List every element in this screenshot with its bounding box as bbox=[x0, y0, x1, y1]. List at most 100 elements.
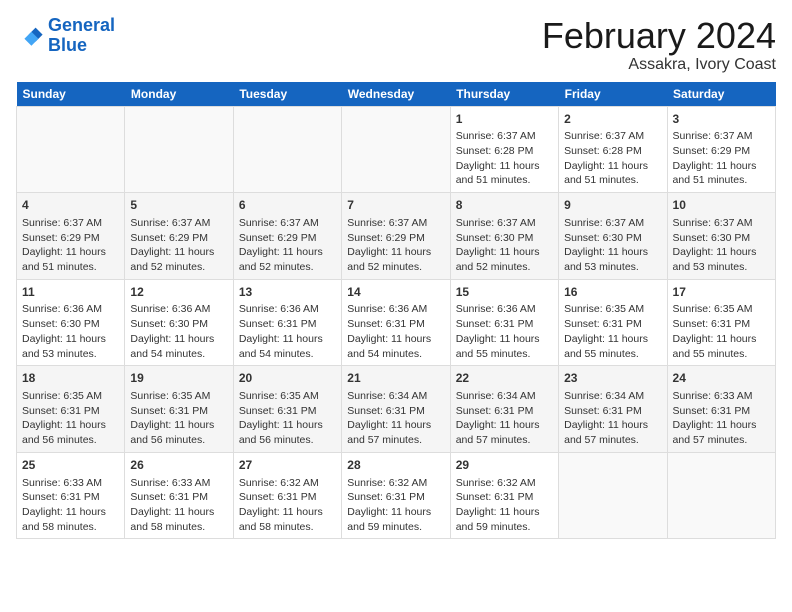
day-number: 2 bbox=[564, 111, 661, 128]
calendar-cell: 8 Sunrise: 6:37 AM Sunset: 6:30 PM Daylig… bbox=[450, 193, 558, 280]
calendar-cell bbox=[559, 452, 667, 539]
weekday-header: Saturday bbox=[667, 82, 775, 107]
day-number: 22 bbox=[456, 370, 553, 387]
day-info: Sunrise: 6:36 AM Sunset: 6:31 PM Dayligh… bbox=[239, 302, 336, 361]
calendar-cell: 5 Sunrise: 6:37 AM Sunset: 6:29 PM Daylig… bbox=[125, 193, 233, 280]
week-row: 18 Sunrise: 6:35 AM Sunset: 6:31 PM Dayli… bbox=[17, 366, 776, 453]
day-number: 13 bbox=[239, 284, 336, 301]
day-info: Sunrise: 6:37 AM Sunset: 6:30 PM Dayligh… bbox=[456, 216, 553, 275]
day-number: 25 bbox=[22, 457, 119, 474]
day-info: Sunrise: 6:37 AM Sunset: 6:28 PM Dayligh… bbox=[564, 129, 661, 188]
calendar-cell: 2Sunrise: 6:37 AM Sunset: 6:28 PM Daylig… bbox=[559, 106, 667, 193]
page-header: General Blue February 2024 Assakra, Ivor… bbox=[16, 16, 776, 74]
day-info: Sunrise: 6:36 AM Sunset: 6:31 PM Dayligh… bbox=[347, 302, 444, 361]
calendar-cell: 10 Sunrise: 6:37 AM Sunset: 6:30 PM Dayli… bbox=[667, 193, 775, 280]
day-info: Sunrise: 6:37 AM Sunset: 6:28 PM Dayligh… bbox=[456, 129, 553, 188]
day-number: 18 bbox=[22, 370, 119, 387]
header-row: SundayMondayTuesdayWednesdayThursdayFrid… bbox=[17, 82, 776, 107]
day-info: Sunrise: 6:33 AM Sunset: 6:31 PM Dayligh… bbox=[673, 389, 770, 448]
week-row: 1Sunrise: 6:37 AM Sunset: 6:28 PM Daylig… bbox=[17, 106, 776, 193]
day-info: Sunrise: 6:35 AM Sunset: 6:31 PM Dayligh… bbox=[239, 389, 336, 448]
calendar-cell: 26Sunrise: 6:33 AM Sunset: 6:31 PM Dayli… bbox=[125, 452, 233, 539]
calendar-cell: 19 Sunrise: 6:35 AM Sunset: 6:31 PM Dayli… bbox=[125, 366, 233, 453]
day-number: 29 bbox=[456, 457, 553, 474]
day-info: Sunrise: 6:35 AM Sunset: 6:31 PM Dayligh… bbox=[22, 389, 119, 448]
calendar-cell bbox=[233, 106, 341, 193]
day-info: Sunrise: 6:37 AM Sunset: 6:29 PM Dayligh… bbox=[673, 129, 770, 188]
week-row: 4Sunrise: 6:37 AM Sunset: 6:29 PM Daylig… bbox=[17, 193, 776, 280]
day-info: Sunrise: 6:36 AM Sunset: 6:31 PM Dayligh… bbox=[456, 302, 553, 361]
day-info: Sunrise: 6:35 AM Sunset: 6:31 PM Dayligh… bbox=[130, 389, 227, 448]
day-info: Sunrise: 6:34 AM Sunset: 6:31 PM Dayligh… bbox=[347, 389, 444, 448]
day-info: Sunrise: 6:37 AM Sunset: 6:29 PM Dayligh… bbox=[347, 216, 444, 275]
logo-text: General Blue bbox=[48, 16, 115, 56]
calendar-cell: 3Sunrise: 6:37 AM Sunset: 6:29 PM Daylig… bbox=[667, 106, 775, 193]
calendar-cell bbox=[125, 106, 233, 193]
day-info: Sunrise: 6:37 AM Sunset: 6:29 PM Dayligh… bbox=[130, 216, 227, 275]
calendar-cell: 9 Sunrise: 6:37 AM Sunset: 6:30 PM Daylig… bbox=[559, 193, 667, 280]
day-info: Sunrise: 6:37 AM Sunset: 6:30 PM Dayligh… bbox=[564, 216, 661, 275]
day-number: 14 bbox=[347, 284, 444, 301]
calendar-cell: 17Sunrise: 6:35 AM Sunset: 6:31 PM Dayli… bbox=[667, 279, 775, 366]
calendar-cell: 27Sunrise: 6:32 AM Sunset: 6:31 PM Dayli… bbox=[233, 452, 341, 539]
calendar-cell: 21 Sunrise: 6:34 AM Sunset: 6:31 PM Dayli… bbox=[342, 366, 450, 453]
day-number: 21 bbox=[347, 370, 444, 387]
calendar-cell bbox=[342, 106, 450, 193]
day-info: Sunrise: 6:35 AM Sunset: 6:31 PM Dayligh… bbox=[564, 302, 661, 361]
day-number: 6 bbox=[239, 197, 336, 214]
calendar-cell: 11Sunrise: 6:36 AM Sunset: 6:30 PM Dayli… bbox=[17, 279, 125, 366]
calendar-cell: 24Sunrise: 6:33 AM Sunset: 6:31 PM Dayli… bbox=[667, 366, 775, 453]
day-number: 8 bbox=[456, 197, 553, 214]
day-number: 12 bbox=[130, 284, 227, 301]
calendar-cell: 1Sunrise: 6:37 AM Sunset: 6:28 PM Daylig… bbox=[450, 106, 558, 193]
day-info: Sunrise: 6:32 AM Sunset: 6:31 PM Dayligh… bbox=[347, 476, 444, 535]
day-number: 19 bbox=[130, 370, 227, 387]
day-info: Sunrise: 6:33 AM Sunset: 6:31 PM Dayligh… bbox=[130, 476, 227, 535]
day-info: Sunrise: 6:34 AM Sunset: 6:31 PM Dayligh… bbox=[456, 389, 553, 448]
calendar-cell: 25Sunrise: 6:33 AM Sunset: 6:31 PM Dayli… bbox=[17, 452, 125, 539]
calendar-cell: 4Sunrise: 6:37 AM Sunset: 6:29 PM Daylig… bbox=[17, 193, 125, 280]
weekday-header: Wednesday bbox=[342, 82, 450, 107]
day-info: Sunrise: 6:36 AM Sunset: 6:30 PM Dayligh… bbox=[130, 302, 227, 361]
day-number: 1 bbox=[456, 111, 553, 128]
day-info: Sunrise: 6:35 AM Sunset: 6:31 PM Dayligh… bbox=[673, 302, 770, 361]
calendar-cell: 22 Sunrise: 6:34 AM Sunset: 6:31 PM Dayli… bbox=[450, 366, 558, 453]
day-number: 20 bbox=[239, 370, 336, 387]
day-number: 27 bbox=[239, 457, 336, 474]
calendar-cell: 18 Sunrise: 6:35 AM Sunset: 6:31 PM Dayli… bbox=[17, 366, 125, 453]
day-info: Sunrise: 6:32 AM Sunset: 6:31 PM Dayligh… bbox=[456, 476, 553, 535]
calendar-table: SundayMondayTuesdayWednesdayThursdayFrid… bbox=[16, 82, 776, 540]
day-number: 11 bbox=[22, 284, 119, 301]
calendar-cell: 7 Sunrise: 6:37 AM Sunset: 6:29 PM Daylig… bbox=[342, 193, 450, 280]
title-area: February 2024 Assakra, Ivory Coast bbox=[542, 16, 776, 74]
calendar-cell: 14Sunrise: 6:36 AM Sunset: 6:31 PM Dayli… bbox=[342, 279, 450, 366]
day-info: Sunrise: 6:36 AM Sunset: 6:30 PM Dayligh… bbox=[22, 302, 119, 361]
calendar-cell: 28 Sunrise: 6:32 AM Sunset: 6:31 PM Dayli… bbox=[342, 452, 450, 539]
weekday-header: Friday bbox=[559, 82, 667, 107]
day-number: 15 bbox=[456, 284, 553, 301]
day-number: 28 bbox=[347, 457, 444, 474]
day-number: 23 bbox=[564, 370, 661, 387]
calendar-cell: 6Sunrise: 6:37 AM Sunset: 6:29 PM Daylig… bbox=[233, 193, 341, 280]
calendar-cell: 20 Sunrise: 6:35 AM Sunset: 6:31 PM Dayli… bbox=[233, 366, 341, 453]
day-number: 17 bbox=[673, 284, 770, 301]
weekday-header: Monday bbox=[125, 82, 233, 107]
weekday-header: Sunday bbox=[17, 82, 125, 107]
calendar-cell: 16Sunrise: 6:35 AM Sunset: 6:31 PM Dayli… bbox=[559, 279, 667, 366]
logo-icon bbox=[16, 22, 44, 50]
calendar-cell: 15Sunrise: 6:36 AM Sunset: 6:31 PM Dayli… bbox=[450, 279, 558, 366]
day-number: 16 bbox=[564, 284, 661, 301]
day-info: Sunrise: 6:37 AM Sunset: 6:30 PM Dayligh… bbox=[673, 216, 770, 275]
weekday-header: Tuesday bbox=[233, 82, 341, 107]
calendar-cell: 13Sunrise: 6:36 AM Sunset: 6:31 PM Dayli… bbox=[233, 279, 341, 366]
day-number: 9 bbox=[564, 197, 661, 214]
calendar-title: February 2024 bbox=[542, 16, 776, 56]
week-row: 11Sunrise: 6:36 AM Sunset: 6:30 PM Dayli… bbox=[17, 279, 776, 366]
week-row: 25 Sunrise: 6:33 AM Sunset: 6:31 PM Dayli… bbox=[17, 452, 776, 539]
weekday-header: Thursday bbox=[450, 82, 558, 107]
calendar-cell bbox=[17, 106, 125, 193]
day-number: 5 bbox=[130, 197, 227, 214]
day-info: Sunrise: 6:37 AM Sunset: 6:29 PM Dayligh… bbox=[22, 216, 119, 275]
day-number: 10 bbox=[673, 197, 770, 214]
day-number: 7 bbox=[347, 197, 444, 214]
